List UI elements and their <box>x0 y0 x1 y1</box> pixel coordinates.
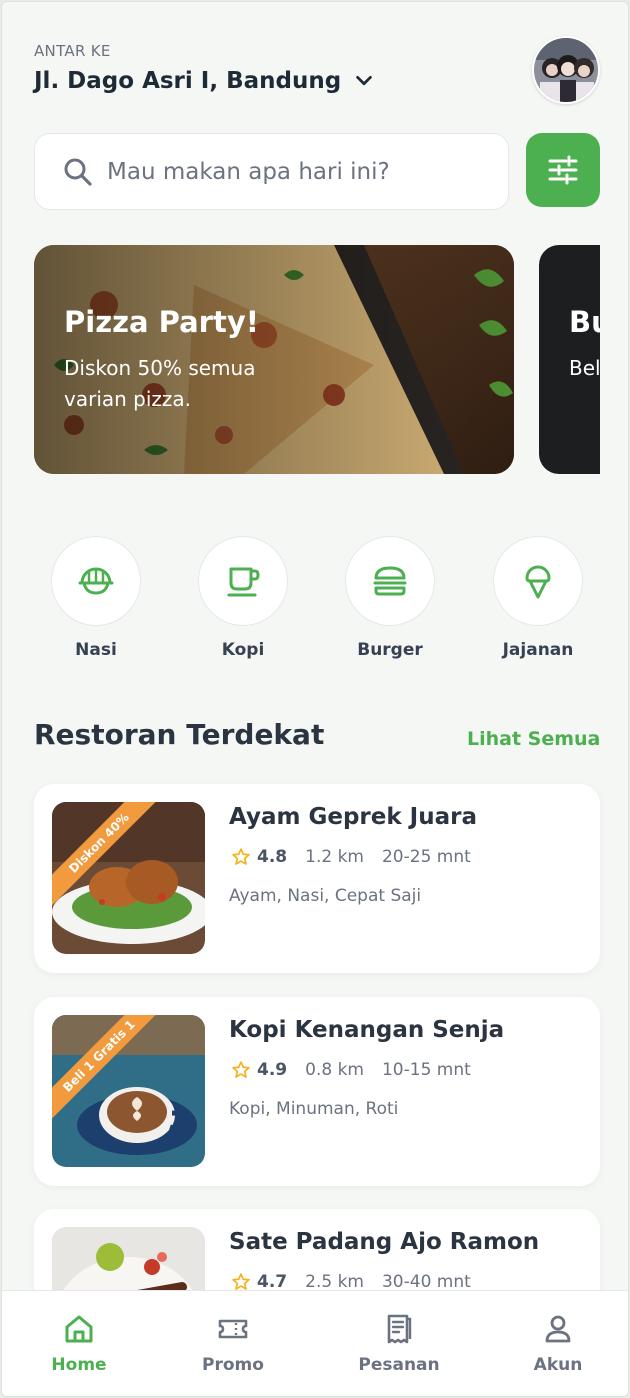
restaurant-card[interactable]: Beli 1 Gratis 1 Kopi Kenangan Senja 4.9 … <box>34 997 600 1186</box>
restaurant-rating: 4.7 <box>257 1272 288 1292</box>
user-avatar[interactable] <box>532 36 600 104</box>
see-all-link[interactable]: Lihat Semua <box>467 728 600 750</box>
restaurant-eta: 30-40 mnt <box>381 1272 471 1292</box>
banner-description: Diskon 50% semua varian pizza. <box>64 356 256 411</box>
category-label: Nasi <box>75 640 117 660</box>
home-icon <box>65 1315 93 1343</box>
address-selector[interactable]: Jl. Dago Asri I, Bandung <box>34 68 375 94</box>
star-icon <box>232 1273 250 1290</box>
banner-title: Bu <box>569 305 600 339</box>
category-kopi[interactable]: Kopi <box>188 536 298 660</box>
search-input[interactable] <box>107 158 487 185</box>
section-title: Restoran Terdekat <box>34 718 325 751</box>
restaurant-eta: 20-25 mnt <box>381 847 471 867</box>
restaurant-rating: 4.8 <box>257 847 288 867</box>
nav-pesanan[interactable]: Pesanan <box>344 1313 454 1375</box>
burger-icon <box>373 566 407 596</box>
restaurant-name: Kopi Kenangan Senja <box>229 1017 505 1043</box>
coffee-cup-icon <box>227 567 260 597</box>
category-burger[interactable]: Burger <box>335 536 445 660</box>
nav-label: Home <box>51 1355 107 1375</box>
sliders-icon <box>548 155 578 185</box>
restaurant-eta: 10-15 mnt <box>381 1060 471 1080</box>
bottom-navigation: Home Promo Pesanan Akun <box>2 1290 628 1396</box>
restaurant-meta: 4.8 1.2 km 20-25 mnt <box>231 847 471 867</box>
nav-promo[interactable]: Promo <box>178 1313 288 1375</box>
category-label: Jajanan <box>502 640 574 660</box>
restaurant-meta: 4.9 0.8 km 10-15 mnt <box>231 1060 471 1080</box>
banner-title: Pizza Party! <box>64 305 259 339</box>
receipt-icon <box>387 1314 412 1344</box>
ice-cream-icon <box>525 565 551 599</box>
restaurant-name: Ayam Geprek Juara <box>229 804 477 830</box>
restaurant-meta: 4.7 2.5 km 30-40 mnt <box>231 1272 471 1292</box>
restaurant-image: Beli 1 Gratis 1 <box>52 1015 205 1167</box>
banner-description: Bel Bur <box>569 356 600 380</box>
deliver-to-label: ANTAR KE <box>34 42 111 60</box>
nav-label: Promo <box>202 1355 264 1375</box>
category-label: Kopi <box>221 640 265 660</box>
promo-banner-burger[interactable]: Bu Bel Bur <box>539 245 600 474</box>
star-icon <box>232 1061 250 1078</box>
category-label: Burger <box>357 640 423 660</box>
rice-bowl-icon <box>78 567 114 595</box>
filter-button[interactable] <box>526 133 600 207</box>
user-icon <box>545 1315 571 1343</box>
restaurant-rating: 4.9 <box>257 1060 288 1080</box>
address-text: Jl. Dago Asri I, Bandung <box>34 68 342 94</box>
search-icon <box>64 158 92 186</box>
chevron-down-icon <box>356 75 372 86</box>
promo-banner-pizza[interactable]: Pizza Party! Diskon 50% semua varian piz… <box>34 245 514 474</box>
restaurant-distance: 1.2 km <box>305 847 364 867</box>
category-jajanan[interactable]: Jajanan <box>483 536 593 660</box>
restaurant-distance: 2.5 km <box>305 1272 364 1292</box>
avatar-photo <box>534 38 598 102</box>
nav-home[interactable]: Home <box>24 1313 134 1375</box>
app-screen: ANTAR KE Jl. Dago Asri I, Bandung Mau ma… <box>1 1 629 1397</box>
nav-label: Pesanan <box>358 1355 440 1375</box>
restaurant-card[interactable]: Diskon 40% Ayam Geprek Juara 4.8 1.2 km … <box>34 784 600 973</box>
restaurant-distance: 0.8 km <box>305 1060 364 1080</box>
search-bar <box>34 133 509 210</box>
nav-akun[interactable]: Akun <box>503 1313 613 1375</box>
restaurant-name: Sate Padang Ajo Ramon <box>229 1229 540 1255</box>
nav-label: Akun <box>533 1355 583 1375</box>
promo-carousel[interactable]: Pizza Party! Diskon 50% semua varian piz… <box>34 245 600 475</box>
restaurant-tags: Ayam, Nasi, Cepat Saji <box>229 886 422 906</box>
star-icon <box>232 848 250 865</box>
restaurant-image: Diskon 40% <box>52 802 205 954</box>
category-nasi[interactable]: Nasi <box>41 536 151 660</box>
restaurant-tags: Kopi, Minuman, Roti <box>229 1099 399 1119</box>
ticket-icon <box>218 1319 248 1339</box>
